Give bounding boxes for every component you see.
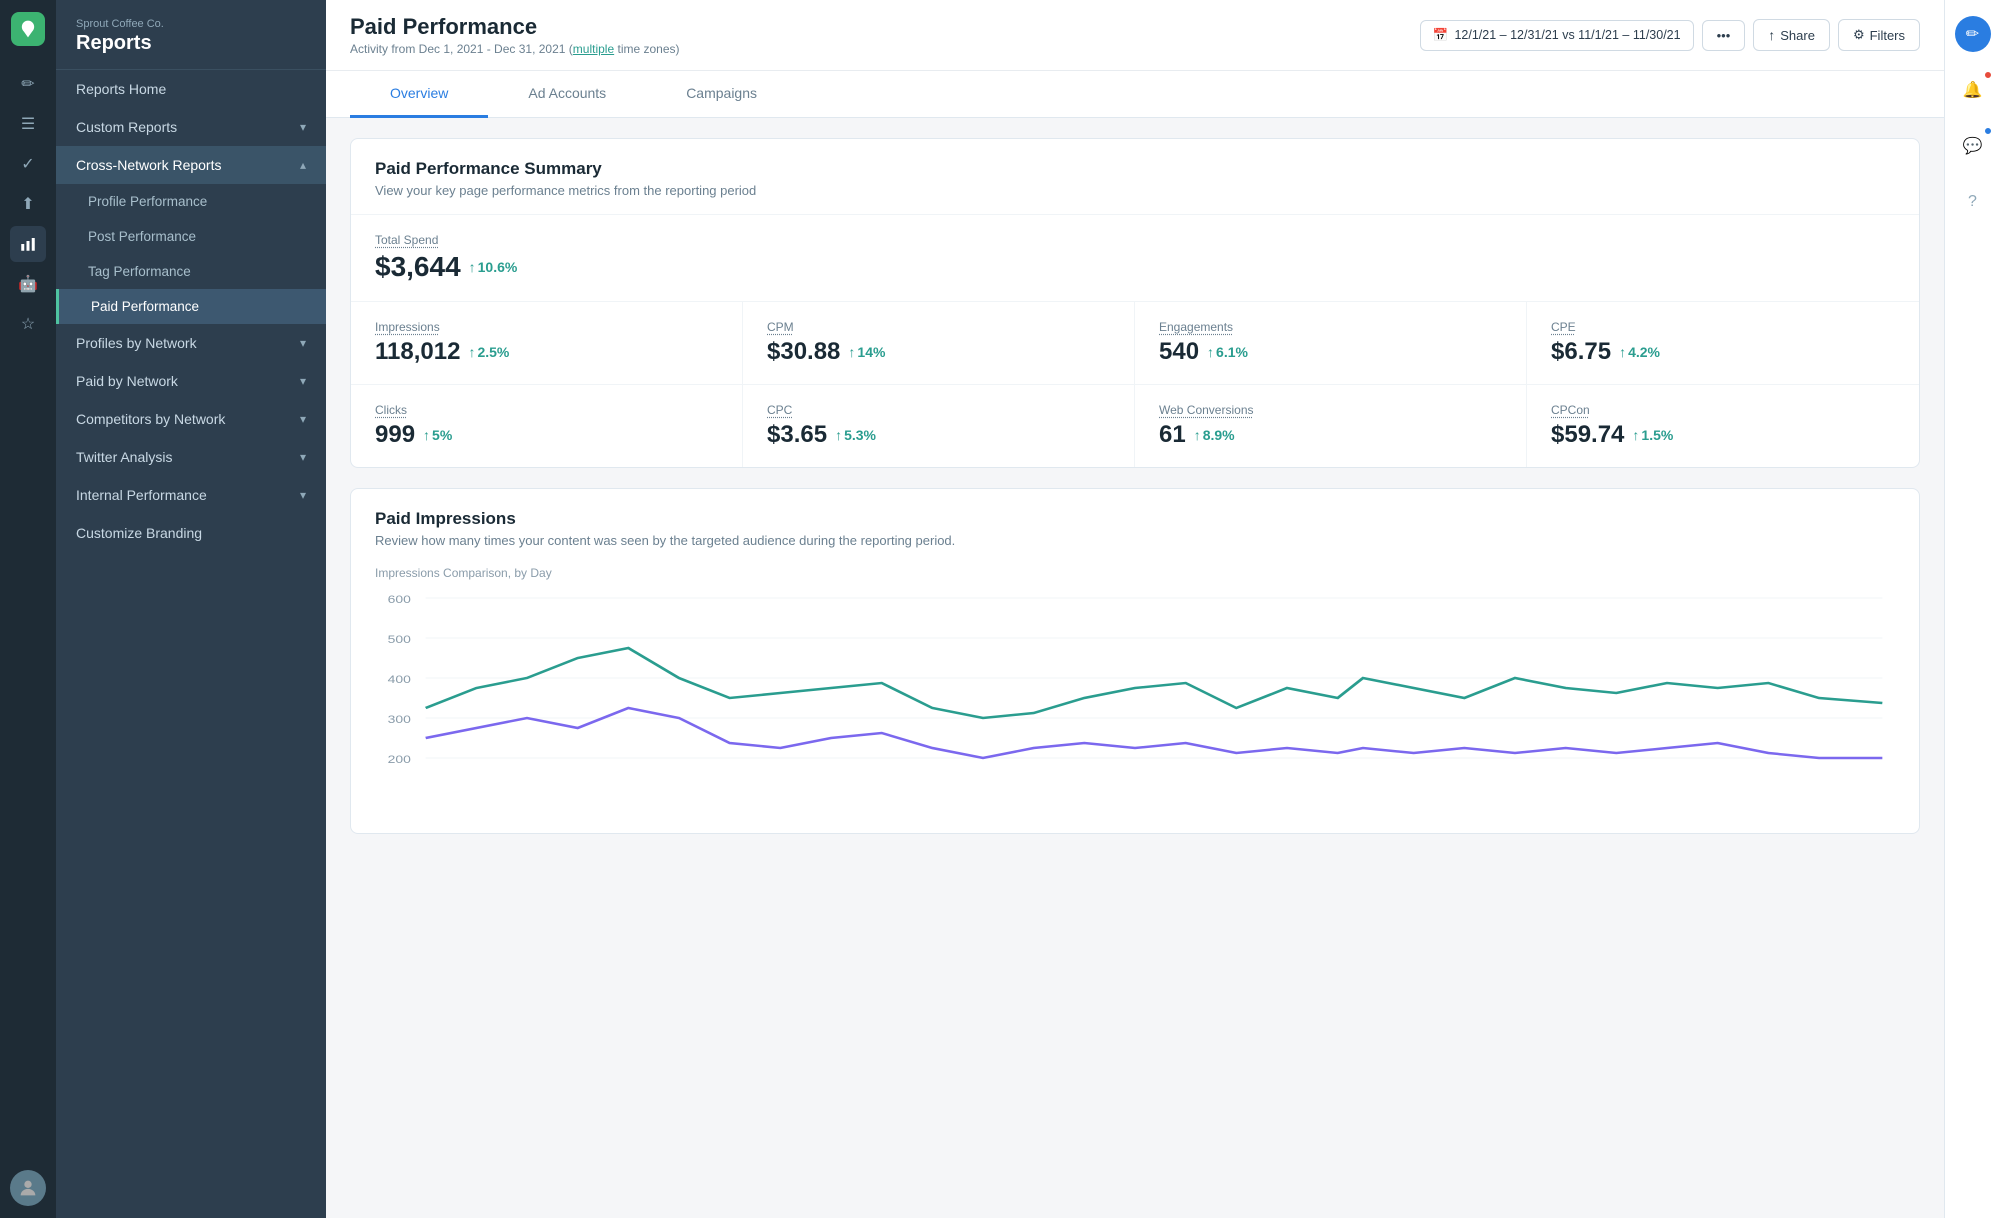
date-range-button[interactable]: 📅 12/1/21 – 12/31/21 vs 11/1/21 – 11/30/…: [1420, 20, 1694, 51]
page-subtitle: Activity from Dec 1, 2021 - Dec 31, 2021…: [350, 42, 680, 56]
multiple-timezones-link[interactable]: multiple: [573, 42, 614, 56]
impressions-chart-card: Paid Impressions Review how many times y…: [350, 488, 1920, 834]
chart-container: 600 500 400 300 200: [351, 588, 1919, 833]
total-spend-change: ↑ 10.6%: [469, 259, 518, 275]
chevron-up-icon: ▴: [300, 158, 306, 172]
share-button[interactable]: ↑ Share: [1753, 19, 1830, 51]
svg-text:300: 300: [388, 713, 411, 725]
content-area: Paid Performance Summary View your key p…: [326, 118, 1944, 1218]
filter-icon: ⚙: [1853, 27, 1865, 43]
sidebar-sub-post-performance[interactable]: Post Performance: [56, 219, 326, 254]
cpm-change: ↑ 14%: [848, 344, 885, 360]
metric-cpc: CPC $3.65 ↑ 5.3%: [743, 385, 1135, 467]
compose-button[interactable]: ✏: [1955, 16, 1991, 52]
chevron-down-icon: ▾: [300, 450, 306, 464]
metric-engagements: Engagements 540 ↑ 6.1%: [1135, 302, 1527, 384]
nav-star-icon[interactable]: ☆: [10, 306, 46, 342]
metrics-row-1: Impressions 118,012 ↑ 2.5% CPM $30.88 ↑ …: [351, 302, 1919, 385]
metric-clicks: Clicks 999 ↑ 5%: [351, 385, 743, 467]
svg-text:400: 400: [388, 673, 411, 685]
summary-card-header: Paid Performance Summary View your key p…: [351, 139, 1919, 215]
chevron-down-icon: ▾: [300, 488, 306, 502]
total-spend-label: Total Spend: [375, 233, 1895, 247]
chart-desc: Review how many times your content was s…: [375, 533, 1895, 548]
sidebar-item-competitors-by-network[interactable]: Competitors by Network ▾: [56, 400, 326, 438]
logo: [11, 12, 45, 46]
tab-campaigns[interactable]: Campaigns: [646, 71, 797, 118]
sidebar-item-customize-branding[interactable]: Customize Branding: [56, 514, 326, 552]
tab-ad-accounts[interactable]: Ad Accounts: [488, 71, 646, 118]
chevron-down-icon: ▾: [300, 336, 306, 350]
cpe-change: ↑ 4.2%: [1619, 344, 1660, 360]
metric-impressions: Impressions 118,012 ↑ 2.5%: [351, 302, 743, 384]
impressions-change: ↑ 2.5%: [468, 344, 509, 360]
svg-text:200: 200: [388, 753, 411, 765]
sidebar-item-profiles-by-network[interactable]: Profiles by Network ▾: [56, 324, 326, 362]
nav-inbox-icon[interactable]: ☰: [10, 106, 46, 142]
sidebar-section-title: Reports: [76, 32, 306, 55]
top-bar-right: 📅 12/1/21 – 12/31/21 vs 11/1/21 – 11/30/…: [1420, 19, 1920, 51]
calendar-icon: 📅: [1433, 28, 1449, 43]
summary-card-title: Paid Performance Summary: [375, 159, 1895, 179]
right-rail: ✏ 🔔 💬 ?: [1944, 0, 2000, 1218]
notifications-icon[interactable]: 🔔: [1955, 72, 1991, 108]
sidebar-sub-paid-performance[interactable]: Paid Performance: [56, 289, 326, 324]
icon-rail: ✏ ☰ ✓ ⬆ 🤖 ☆: [0, 0, 56, 1218]
sidebar-item-custom-reports[interactable]: Custom Reports ▾: [56, 108, 326, 146]
top-bar: Paid Performance Activity from Dec 1, 20…: [326, 0, 1944, 71]
nav-tasks-icon[interactable]: ✓: [10, 146, 46, 182]
sidebar-item-twitter-analysis[interactable]: Twitter Analysis ▾: [56, 438, 326, 476]
metric-cpe: CPE $6.75 ↑ 4.2%: [1527, 302, 1919, 384]
sidebar: Sprout Coffee Co. Reports Reports Home C…: [56, 0, 326, 1218]
summary-card: Paid Performance Summary View your key p…: [350, 138, 1920, 468]
chevron-down-icon: ▾: [300, 374, 306, 388]
main-content: Paid Performance Activity from Dec 1, 20…: [326, 0, 1944, 1218]
sidebar-item-internal-performance[interactable]: Internal Performance ▾: [56, 476, 326, 514]
tabs-bar: Overview Ad Accounts Campaigns: [326, 71, 1944, 118]
sidebar-item-paid-by-network[interactable]: Paid by Network ▾: [56, 362, 326, 400]
nav-compose-icon[interactable]: ✏: [10, 66, 46, 102]
engagements-change: ↑ 6.1%: [1207, 344, 1248, 360]
help-icon[interactable]: ?: [1955, 184, 1991, 220]
company-name: Sprout Coffee Co.: [76, 18, 306, 30]
nav-publish-icon[interactable]: ⬆: [10, 186, 46, 222]
chevron-down-icon: ▾: [300, 412, 306, 426]
nav-bot-icon[interactable]: 🤖: [10, 266, 46, 302]
more-options-button[interactable]: •••: [1702, 20, 1746, 51]
summary-card-desc: View your key page performance metrics f…: [375, 183, 1895, 198]
total-spend-row: Total Spend $3,644 ↑ 10.6%: [351, 215, 1919, 302]
tab-overview[interactable]: Overview: [350, 71, 488, 118]
chart-subtitle: Impressions Comparison, by Day: [351, 558, 1919, 588]
share-icon: ↑: [1768, 27, 1775, 43]
top-bar-left: Paid Performance Activity from Dec 1, 20…: [350, 14, 680, 56]
page-title: Paid Performance: [350, 14, 680, 40]
web-conversions-change: ↑ 8.9%: [1194, 427, 1235, 443]
sidebar-item-cross-network[interactable]: Cross-Network Reports ▴: [56, 146, 326, 184]
sidebar-header: Sprout Coffee Co. Reports: [56, 0, 326, 70]
chart-title: Paid Impressions: [375, 509, 1895, 529]
sidebar-sub-profile-performance[interactable]: Profile Performance: [56, 184, 326, 219]
metric-cpm: CPM $30.88 ↑ 14%: [743, 302, 1135, 384]
svg-text:500: 500: [388, 633, 411, 645]
chevron-down-icon: ▾: [300, 120, 306, 134]
clicks-change: ↑ 5%: [423, 427, 452, 443]
impressions-chart-svg: 600 500 400 300 200: [375, 588, 1895, 808]
sidebar-sub-tag-performance[interactable]: Tag Performance: [56, 254, 326, 289]
metric-cpcon: CPCon $59.74 ↑ 1.5%: [1527, 385, 1919, 467]
total-spend-value: $3,644 ↑ 10.6%: [375, 251, 1895, 283]
metric-web-conversions: Web Conversions 61 ↑ 8.9%: [1135, 385, 1527, 467]
chat-badge: [1983, 126, 1993, 136]
filters-button[interactable]: ⚙ Filters: [1838, 19, 1920, 51]
sidebar-item-reports-home[interactable]: Reports Home: [56, 70, 326, 108]
metrics-row-2: Clicks 999 ↑ 5% CPC $3.65 ↑ 5.3% Web Con…: [351, 385, 1919, 467]
chat-icon[interactable]: 💬: [1955, 128, 1991, 164]
chart-header: Paid Impressions Review how many times y…: [351, 489, 1919, 558]
user-avatar[interactable]: [10, 1170, 46, 1206]
nav-reports-icon[interactable]: [10, 226, 46, 262]
svg-text:600: 600: [388, 593, 411, 605]
notification-badge: [1983, 70, 1993, 80]
cpc-change: ↑ 5.3%: [835, 427, 876, 443]
cpcon-change: ↑ 1.5%: [1632, 427, 1673, 443]
